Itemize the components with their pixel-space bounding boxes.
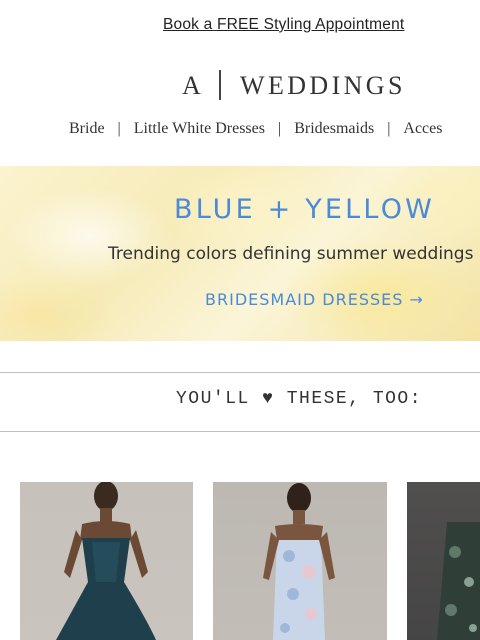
main-nav: Bride | Little White Dresses | Bridesmaids | A… (69, 120, 442, 144)
hero-cta-label: BRIDESMAID DRESSES (205, 290, 404, 309)
logo-mark: A (182, 71, 202, 100)
section-divider-top (0, 372, 480, 373)
hero-subtitle: Trending colors defining summer weddings (108, 244, 474, 264)
bridesmaid-dresses-link[interactable]: BRIDESMAID DRESSES → (205, 290, 424, 309)
hero-banner[interactable]: BLUE + YELLOW Trending colors defining s… (0, 166, 480, 341)
nav-item-accessories[interactable]: Acces (403, 120, 442, 138)
product-image (263, 483, 335, 640)
arrow-right-icon: → (409, 290, 424, 309)
nav-item-little-white-dresses[interactable]: Little White Dresses (134, 120, 265, 138)
logo-wordmark: WEDDINGS (240, 71, 406, 100)
product-card-green-floral[interactable] (407, 482, 480, 640)
product-card-teal-gown[interactable] (20, 482, 193, 640)
nav-separator: | (277, 120, 282, 137)
product-image (437, 522, 480, 640)
section-title: YOU'LL ♥ THESE, TOO: (176, 389, 423, 409)
nav-item-bridesmaids[interactable]: Bridesmaids (294, 120, 374, 138)
styling-appointment-link[interactable]: Book a FREE Styling Appointment (163, 16, 404, 34)
product-image (56, 482, 156, 640)
promo-bar: Book a FREE Styling Appointment (0, 0, 480, 52)
nav-separator: | (387, 120, 391, 137)
product-card-floral-midi[interactable] (213, 482, 387, 640)
logo-divider (219, 70, 221, 100)
site-logo[interactable]: A WEDDINGS (182, 68, 422, 102)
nav-item-bride[interactable]: Bride (69, 120, 105, 138)
nav-separator: | (117, 120, 121, 137)
section-divider-bottom (0, 431, 480, 432)
hero-title: BLUE + YELLOW (174, 194, 436, 225)
